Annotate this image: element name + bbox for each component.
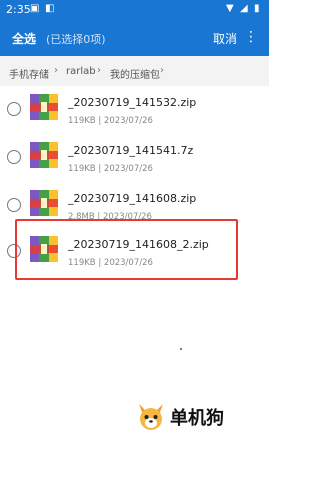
file-name: _20230719_141608.zip [68,192,197,205]
select-radio[interactable] [7,150,21,164]
selection-toolbar: 全选 (已选择0项) 取消 ⋮ [0,20,269,56]
chevron-right-icon: › [54,65,58,76]
chevron-right-icon: › [97,65,101,76]
status-time: 2:35 [6,3,31,16]
status-bar: 2:35 ▣ ◧ ▼ ◢ ▮ [0,0,269,20]
file-meta: 119KB | 2023/07/26 [68,116,153,126]
battery-icon: ▮ [254,3,260,14]
file-name: _20230719_141532.zip [68,96,197,109]
dog-logo-icon [136,402,166,432]
breadcrumb-item-rarlab[interactable]: rarlab [66,66,96,77]
select-all-button[interactable]: 全选 [12,30,36,47]
breadcrumb-item-archives[interactable]: 我的压缩包 [110,66,160,81]
more-options-icon[interactable]: ⋮ [244,26,258,48]
chevron-right-icon: › [160,65,164,76]
archive-icon [30,94,58,120]
stray-dot [180,348,182,350]
notification-a-icon: ▣ [30,3,40,14]
file-row[interactable]: _20230719_141541.7z 119KB | 2023/07/26 [0,134,269,182]
signal-icon: ◢ [240,3,248,14]
file-meta: 119KB | 2023/07/26 [68,164,153,174]
archive-icon [30,190,58,216]
file-row[interactable]: _20230719_141532.zip 119KB | 2023/07/26 [0,86,269,134]
file-name: _20230719_141541.7z [68,144,194,157]
selected-count-label: (已选择0项) [46,33,106,46]
notification-app-icon: ◧ [45,3,55,14]
cancel-button[interactable]: 取消 [213,30,237,47]
highlight-box [15,219,238,280]
select-radio[interactable] [7,198,21,212]
archive-icon [30,142,58,168]
select-radio[interactable] [7,102,21,116]
wifi-icon: ▼ [226,3,234,14]
breadcrumb: 手机存储 › rarlab › 我的压缩包 › [0,56,269,86]
breadcrumb-item-storage[interactable]: 手机存储 [9,66,49,81]
watermark-text: 单机狗 [170,408,224,429]
